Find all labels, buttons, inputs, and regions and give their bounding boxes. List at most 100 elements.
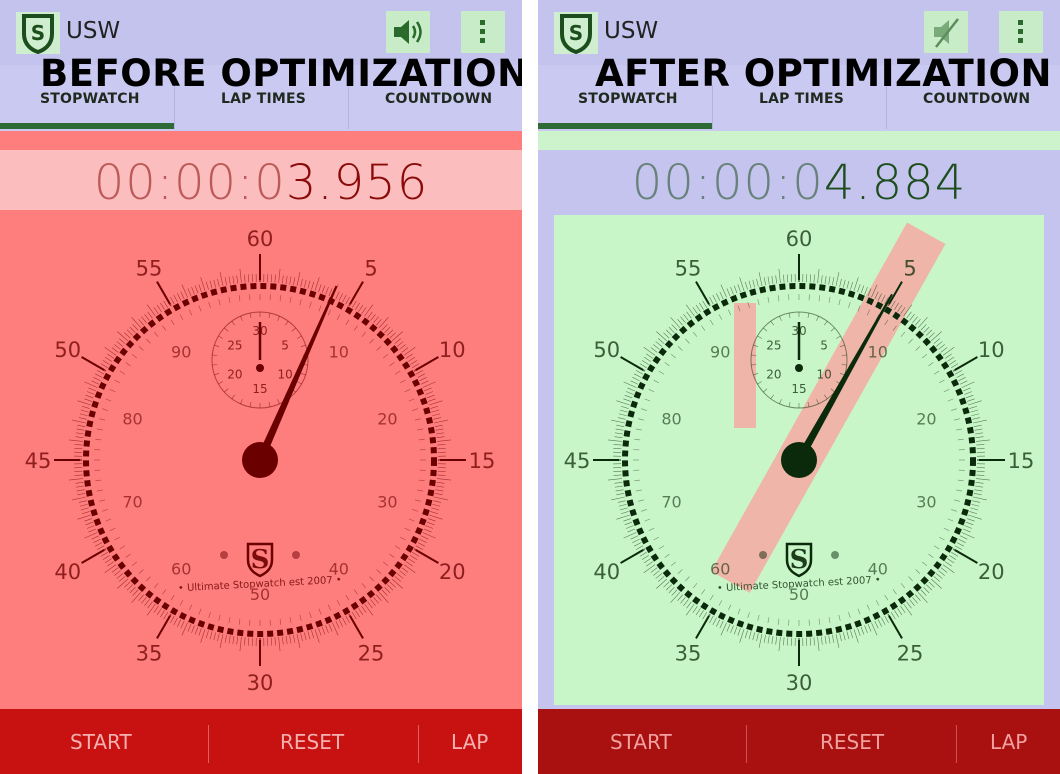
overlay-title: BEFORE OPTIMIZATION (40, 52, 522, 95)
center-pivot (781, 442, 817, 478)
subdial-tick (770, 320, 774, 326)
dial-tick (758, 634, 763, 648)
dial-tick (739, 277, 745, 291)
dial-tick (665, 584, 673, 591)
dial-tick (156, 608, 162, 616)
dial-tick (163, 300, 169, 308)
dial-tick (282, 275, 284, 284)
dial-tick (809, 637, 811, 646)
dial-tick (620, 405, 629, 409)
subdial-pivot (795, 364, 803, 372)
reset-button[interactable]: RESET (280, 730, 344, 754)
dial-tick (311, 630, 315, 639)
subdial-number: 5 (281, 339, 289, 353)
dial-outer-number: 50 (593, 338, 620, 362)
dial-outer-number: 20 (439, 560, 466, 584)
dial-inner-tick (353, 589, 358, 595)
dial-outer-number: 30 (247, 671, 274, 695)
dial-tick (783, 274, 785, 283)
dial-tick (627, 387, 636, 392)
dial-inner-tick (644, 398, 651, 402)
dial-tick (91, 535, 100, 540)
dial-tick (232, 275, 235, 284)
dial-tick (971, 413, 980, 417)
dial-tick (670, 592, 681, 603)
sound-toggle-button[interactable] (924, 11, 968, 53)
dial-inner-tick (718, 600, 723, 606)
dial-tick (325, 286, 329, 295)
start-button[interactable]: START (610, 730, 672, 754)
dial-tick (719, 291, 724, 300)
dial-inner-tick (648, 389, 655, 393)
dial-inner-tick (218, 299, 221, 306)
dial-tick (420, 535, 429, 540)
dial-tick (860, 285, 865, 294)
dial-inner-tick (922, 353, 928, 359)
dial-tick (973, 496, 987, 501)
dial-tick (321, 285, 326, 294)
dial-tick (832, 277, 835, 286)
dial-major-tick (81, 549, 105, 564)
dial-tick (653, 570, 660, 576)
dial-inner-number: 10 (868, 343, 888, 362)
dial-tick (431, 507, 440, 511)
dial-tick (668, 326, 675, 334)
lap-button[interactable]: LAP (990, 730, 1027, 754)
dial-tick (244, 637, 246, 646)
dial-tick (436, 482, 445, 484)
dial-tick (917, 317, 928, 328)
dial-tick (964, 391, 973, 395)
dial-tick (663, 332, 670, 339)
dial-tick (632, 538, 640, 543)
sound-toggle-button[interactable] (386, 11, 430, 53)
dial-tick (278, 636, 281, 651)
dial-inner-tick (828, 617, 831, 624)
dial-inner-tick (644, 518, 651, 522)
dial-tick (709, 296, 714, 305)
dial-tick (335, 291, 340, 300)
dial-inner-tick (138, 346, 144, 351)
subdial-tick (268, 312, 271, 319)
dial-inner-tick (908, 338, 913, 344)
dial-tick (619, 507, 628, 511)
dial-tick (613, 474, 622, 476)
dial-tick (405, 561, 413, 567)
dial-tick (187, 288, 192, 297)
button-divider (746, 725, 747, 763)
overflow-menu-button[interactable] (999, 11, 1043, 53)
overflow-menu-button[interactable] (461, 11, 505, 53)
reset-button[interactable]: RESET (820, 730, 884, 754)
dial-tick (423, 387, 432, 392)
dial-tick (828, 635, 831, 644)
dial-tick (909, 314, 915, 321)
dial-inner-tick (153, 583, 159, 589)
dial-tick (434, 424, 443, 427)
dial-inner-tick (138, 569, 144, 574)
dial-inner-tick (228, 617, 231, 624)
dial-inner-tick (99, 499, 106, 502)
dial-inner-tick (369, 338, 374, 344)
dial-tick (763, 634, 766, 643)
start-button[interactable]: START (70, 730, 132, 754)
dial-inner-tick (131, 561, 137, 567)
dial-inner-tick (376, 569, 382, 574)
dial-tick (200, 629, 206, 643)
lap-button[interactable]: LAP (451, 730, 488, 754)
dial-tick (303, 279, 307, 288)
dial-tick (692, 307, 698, 315)
dial-tick (180, 291, 185, 300)
dial-inner-tick (777, 295, 780, 302)
dial-tick (646, 353, 654, 359)
dial-tick (289, 276, 292, 285)
dial-tick (931, 331, 942, 342)
dial-tick (228, 276, 231, 285)
button-divider (418, 725, 419, 763)
dial-inner-tick (404, 527, 411, 531)
dial-tick (615, 489, 624, 492)
dial-tick (787, 637, 789, 646)
dial-tick (912, 596, 918, 604)
dial-tick (399, 344, 406, 350)
dial-inner-tick (361, 331, 367, 337)
dial-tick (361, 605, 367, 613)
dial-inner-number: 30 (916, 492, 936, 511)
